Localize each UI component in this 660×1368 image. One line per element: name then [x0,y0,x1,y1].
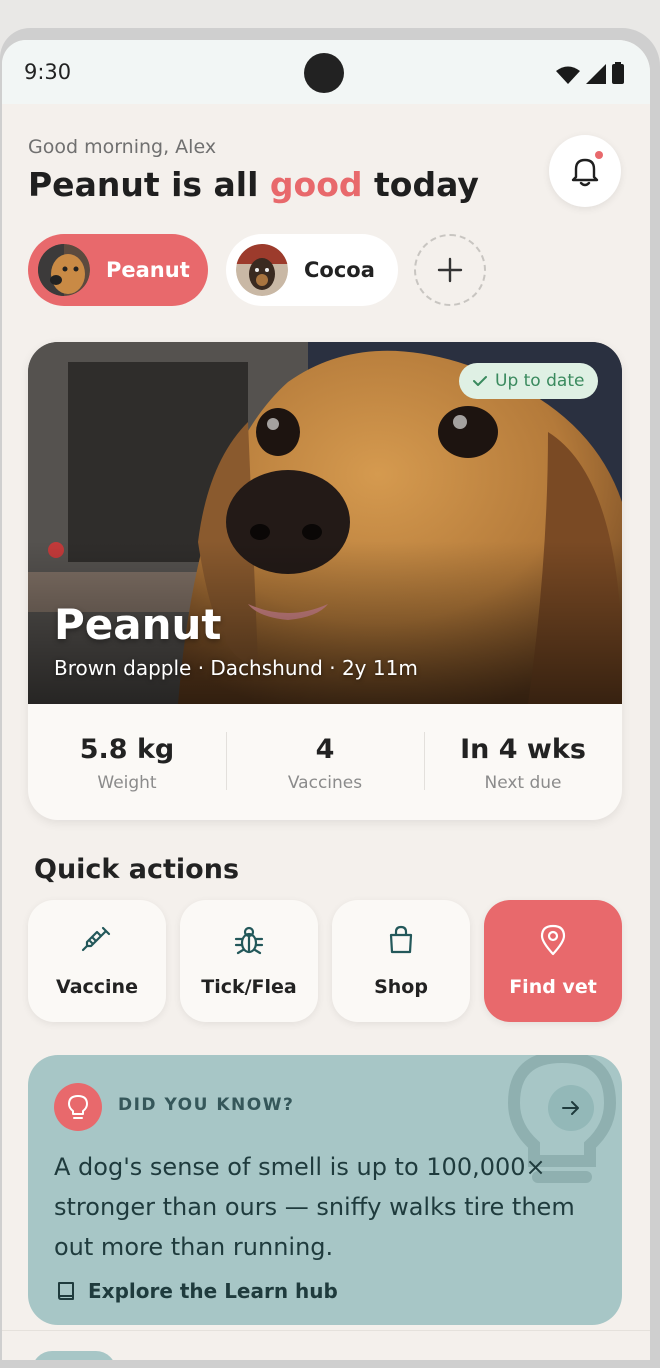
find-vet-action-button[interactable]: Find vet [484,900,622,1022]
stat-value: 4 [315,734,335,765]
stat-value: In 4 wks [460,734,586,765]
pet-name: Peanut [54,600,222,649]
lightbulb-badge [54,1083,102,1131]
stat-caption: Next due [484,773,562,793]
bug-icon [234,926,264,955]
stat-value: 5.8 kg [79,734,175,765]
book-icon [58,1282,74,1300]
stat-weight: 5.8 kg Weight [28,704,226,820]
pet-details: Brown dapple · Dachshund · 2y 11m [54,656,418,680]
status-time: 9:30 [24,60,72,84]
pet-chip-cocoa[interactable]: Cocoa [226,234,398,306]
stat-caption: Vaccines [287,773,363,793]
greeting-text: Good morning, Alex [28,136,217,158]
title-accent: good [269,165,363,204]
syringe-icon [81,926,111,952]
action-label: Find vet [509,976,597,998]
learn-hub-label: Explore the Learn hub [88,1279,338,1303]
bottom-navigation [2,1330,650,1360]
plus-icon [437,257,463,283]
did-you-know-card[interactable]: DID YOU KNOW? A dog's sense of smell is … [28,1055,622,1325]
learn-hub-link[interactable]: Explore the Learn hub [56,1279,338,1303]
page-title: Peanut is all good today [28,165,479,204]
title-prefix: Peanut is all [28,165,270,204]
wifi-icon [556,66,580,84]
tip-next-button[interactable] [548,1085,594,1131]
notifications-button[interactable] [549,135,621,207]
action-label: Shop [374,976,428,998]
pet-stats: 5.8 kg Weight 4 Vaccines In 4 wks Next d… [28,704,622,820]
stat-next-due: In 4 wks Next due [424,704,622,820]
tip-label: DID YOU KNOW? [118,1095,295,1115]
badge-label: Up to date [495,371,585,391]
vaccine-action-button[interactable]: Vaccine [28,900,166,1022]
add-pet-button[interactable] [414,234,486,306]
tip-text: A dog's sense of smell is up to 100,000×… [54,1153,575,1261]
notification-dot [595,151,603,159]
app-screen: 9:30 Good morning, Alex Peanut is all go… [2,40,650,1360]
phone-frame: 9:30 Good morning, Alex Peanut is all go… [0,28,660,1368]
pet-chip-label: Peanut [106,258,190,282]
map-pin-icon [540,924,566,956]
pet-photo: Up to date Peanut Brown dapple · Dachshu… [28,342,622,704]
tick-flea-action-button[interactable]: Tick/Flea [180,900,318,1022]
stat-vaccines: 4 Vaccines [226,704,424,820]
pet-chip-peanut[interactable]: Peanut [28,234,208,306]
stat-caption: Weight [97,773,157,793]
battery-icon [612,62,624,84]
title-suffix: today [362,165,479,204]
shop-action-button[interactable]: Shop [332,900,470,1022]
status-bar: 9:30 [2,40,650,104]
arrow-right-icon [562,1101,579,1115]
quick-actions-title: Quick actions [34,854,240,885]
check-icon [473,376,487,386]
action-label: Tick/Flea [201,976,297,998]
vaccination-status-badge: Up to date [459,363,599,399]
pet-chip-label: Cocoa [304,258,375,282]
action-label: Vaccine [56,976,138,998]
lightbulb-icon [68,1095,88,1119]
avatar [38,244,90,296]
bell-icon [571,158,599,187]
camera-cutout [304,53,344,93]
signal-icon [586,64,606,84]
shopping-bag-icon [389,925,413,954]
avatar [236,244,288,296]
pet-profile-card[interactable]: Up to date Peanut Brown dapple · Dachshu… [28,342,622,820]
nav-item-home[interactable] [32,1351,116,1360]
status-icons [556,62,624,84]
